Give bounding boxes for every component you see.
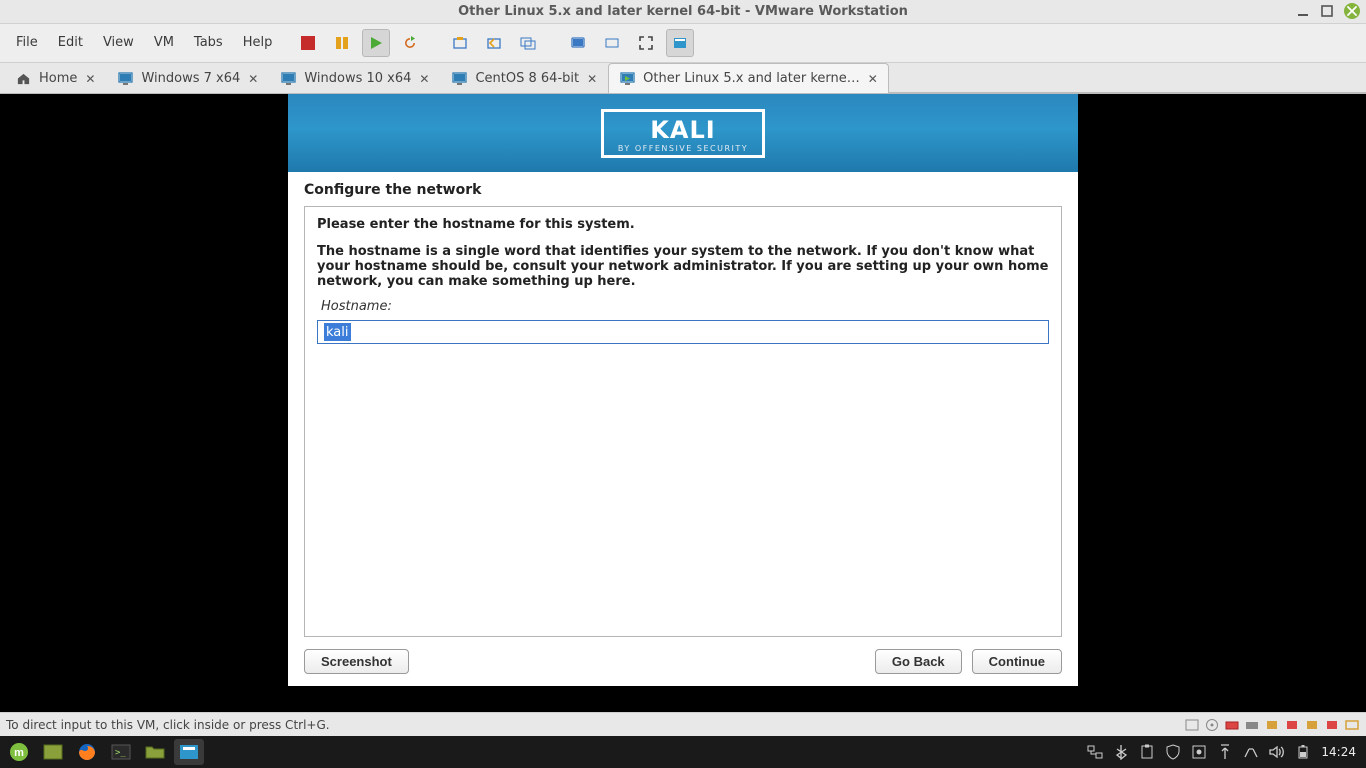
tab-centos8-label: CentOS 8 64-bit [475,71,579,86]
minimize-icon[interactable] [1296,4,1310,18]
svg-text:m: m [14,747,24,759]
window-titlebar: Other Linux 5.x and later kernel 64-bit … [0,0,1366,24]
fullscreen-button[interactable] [632,29,660,57]
firefox-icon[interactable] [72,739,102,765]
go-back-button[interactable]: Go Back [875,649,962,674]
monitor-running-icon [619,71,635,87]
tab-windows7[interactable]: Windows 7 x64 ✕ [106,63,269,93]
files-icon[interactable] [140,739,170,765]
app-menu-toolbar-row: File Edit View VM Tabs Help [0,24,1366,63]
home-icon [15,71,31,87]
hdd-icon[interactable] [1224,717,1240,733]
tray-updates-icon[interactable] [1191,744,1207,760]
snapshot-revert-button[interactable] [480,29,508,57]
tray-volume-icon[interactable] [1269,744,1285,760]
installer-footer: Screenshot Go Back Continue [288,637,1078,686]
tray-bluetooth-icon[interactable] [1113,744,1129,760]
menu-help[interactable]: Help [235,31,281,54]
cd-icon[interactable] [1204,717,1220,733]
tray-clipboard-icon[interactable] [1139,744,1155,760]
statusbar-hint: To direct input to this VM, click inside… [6,718,330,732]
menu-vm[interactable]: VM [146,31,182,54]
suspend-button[interactable] [328,29,356,57]
input-grab-icon[interactable] [1184,717,1200,733]
tray-network-icon[interactable] [1087,744,1103,760]
tray-removable-icon[interactable] [1217,744,1233,760]
tab-windows10[interactable]: Windows 10 x64 ✕ [269,63,440,93]
kali-logo: KALI BY OFFENSIVE SECURITY [601,109,765,158]
tab-windows10-label: Windows 10 x64 [304,71,411,86]
snapshot-manager-button[interactable] [514,29,542,57]
screenshot-button[interactable]: Screenshot [304,649,409,674]
tab-windows7-label: Windows 7 x64 [141,71,240,86]
maximize-icon[interactable] [1320,4,1334,18]
installer-section-title: Configure the network [288,172,1078,206]
tab-close-icon[interactable]: ✕ [868,72,878,86]
terminal-icon[interactable]: >_ [106,739,136,765]
vm-tabs: Home ✕ Windows 7 x64 ✕ Windows 10 x64 ✕ [0,63,1366,94]
power-on-button[interactable] [362,29,390,57]
installer-paragraph: The hostname is a single word that ident… [317,244,1049,289]
sound-icon[interactable] [1304,717,1320,733]
vmware-statusbar: To direct input to this VM, click inside… [0,712,1366,736]
vm-console[interactable]: KALI BY OFFENSIVE SECURITY Configure the… [0,94,1366,712]
usb-icon[interactable] [1284,717,1300,733]
panel-clock[interactable]: 14:24 [1321,745,1356,759]
tab-close-icon[interactable]: ✕ [248,72,258,86]
thumbnail-view-button[interactable] [598,29,626,57]
monitor-icon [280,71,296,87]
hostname-label: Hostname: [321,299,1049,314]
installer-lead: Please enter the hostname for this syste… [317,217,1049,232]
tab-close-icon[interactable]: ✕ [85,72,95,86]
monitor-icon [451,71,467,87]
printer-icon[interactable] [1324,717,1340,733]
tab-other-linux[interactable]: Other Linux 5.x and later kerne… ✕ [608,63,889,93]
menu-tabs[interactable]: Tabs [186,31,231,54]
installer-body: Please enter the hostname for this syste… [304,206,1062,637]
menu-view[interactable]: View [95,31,142,54]
tab-home-label: Home [39,71,77,86]
menu-edit[interactable]: Edit [50,31,91,54]
restart-button[interactable] [396,29,424,57]
menu-file[interactable]: File [8,31,46,54]
menubar: File Edit View VM Tabs Help [0,24,288,62]
statusbar-device-icons [1184,717,1360,733]
show-console-button[interactable] [564,29,592,57]
tray-shield-icon[interactable] [1165,744,1181,760]
kali-logo-subtext: BY OFFENSIVE SECURITY [618,144,748,153]
unity-button[interactable] [666,29,694,57]
tab-close-icon[interactable]: ✕ [587,72,597,86]
message-icon[interactable] [1344,717,1360,733]
desktop-panel: m >_ [0,736,1366,768]
svg-text:>_: >_ [115,748,126,758]
hostname-input[interactable] [317,320,1049,344]
tab-home[interactable]: Home ✕ [4,63,106,93]
kali-installer-window: KALI BY OFFENSIVE SECURITY Configure the… [288,94,1078,686]
hdd2-icon[interactable] [1244,717,1260,733]
tab-other-linux-label: Other Linux 5.x and later kerne… [643,71,860,86]
snapshot-take-button[interactable] [446,29,474,57]
close-icon[interactable] [1344,3,1360,19]
menu-launcher-icon[interactable]: m [4,739,34,765]
monitor-icon [117,71,133,87]
window-title: Other Linux 5.x and later kernel 64-bit … [458,4,908,19]
tray-network2-icon[interactable] [1243,744,1259,760]
nic-icon[interactable] [1264,717,1280,733]
tray-power-icon[interactable] [1295,744,1311,760]
tab-centos8[interactable]: CentOS 8 64-bit ✕ [440,63,608,93]
taskbar-vmware-icon[interactable] [174,739,204,765]
tab-close-icon[interactable]: ✕ [419,72,429,86]
toolbar [288,24,700,62]
continue-button[interactable]: Continue [972,649,1062,674]
kali-banner: KALI BY OFFENSIVE SECURITY [288,94,1078,172]
show-desktop-icon[interactable] [38,739,68,765]
kali-logo-text: KALI [618,116,748,144]
power-off-button[interactable] [294,29,322,57]
